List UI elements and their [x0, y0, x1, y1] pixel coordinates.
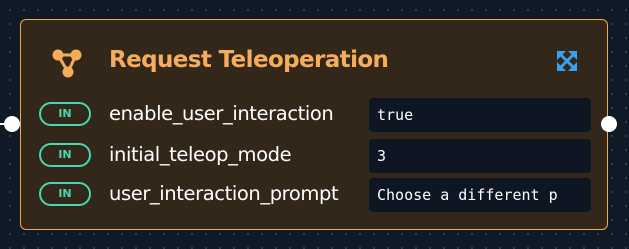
user-interaction-prompt-input[interactable]: [369, 178, 591, 212]
port-label: enable_user_interaction: [109, 102, 334, 125]
in-port-badge[interactable]: IN: [39, 143, 91, 167]
request-teleoperation-node[interactable]: Request Teleoperation IN enable_user_int…: [20, 19, 608, 230]
node-graph-icon: [52, 49, 82, 78]
in-port-badge[interactable]: IN: [39, 102, 91, 126]
output-connector[interactable]: [601, 116, 617, 132]
initial-teleop-mode-input[interactable]: [369, 139, 591, 173]
port-label: initial_teleop_mode: [109, 143, 292, 166]
port-row-user-interaction-prompt: IN user_interaction_prompt: [39, 178, 594, 212]
input-connector[interactable]: [4, 116, 20, 132]
port-row-initial-teleop-mode: IN initial_teleop_mode: [39, 139, 594, 173]
in-port-badge[interactable]: IN: [39, 182, 91, 206]
node-title: Request Teleoperation: [109, 47, 389, 73]
expand-arrows-icon[interactable]: [556, 50, 578, 72]
port-label: user_interaction_prompt: [109, 182, 339, 205]
enable-user-interaction-input[interactable]: [369, 98, 591, 132]
port-row-enable-user-interaction: IN enable_user_interaction: [39, 98, 594, 132]
